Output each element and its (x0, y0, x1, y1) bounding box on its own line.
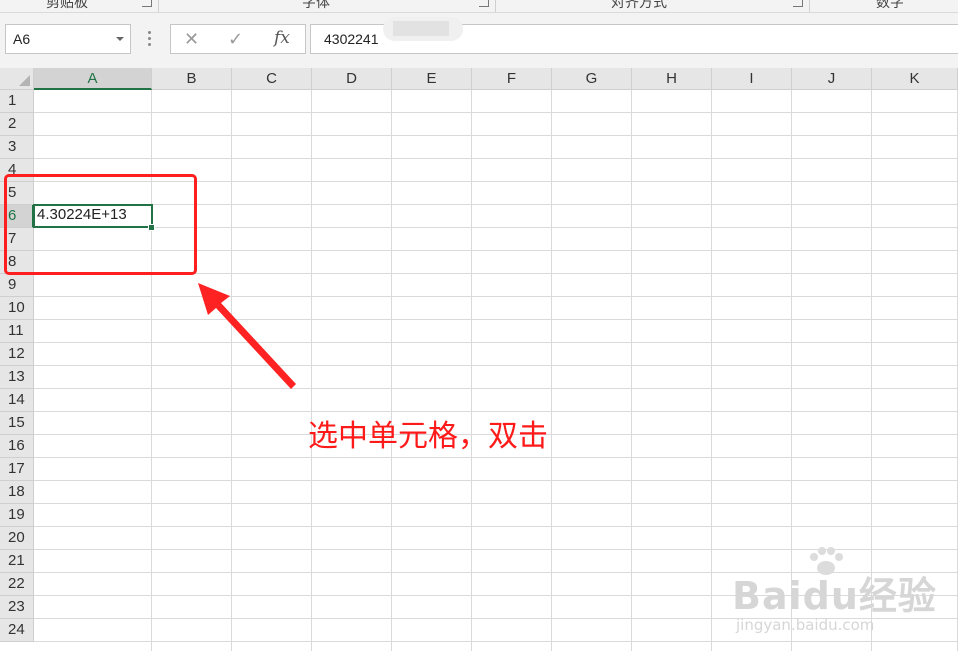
paw-icon (810, 547, 843, 575)
annotation-text: 选中单元格，双击 (308, 419, 548, 454)
watermark: Baidu经验 jingyan.baidu.com (732, 547, 937, 634)
